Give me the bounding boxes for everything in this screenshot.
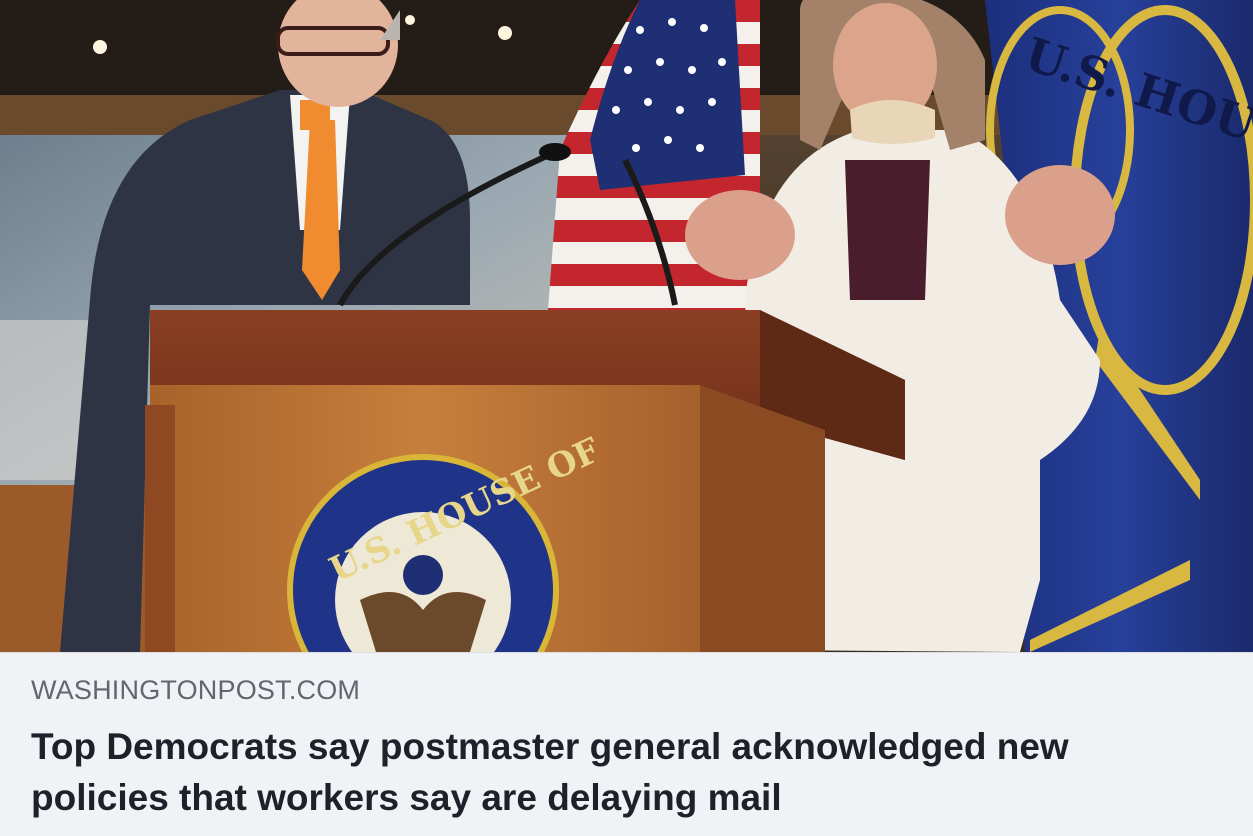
article-photo[interactable]: U.S. HOUSE OF REPRESENTATIVES (0, 0, 1253, 652)
link-caption[interactable]: WASHINGTONPOST.COM Top Democrats say pos… (0, 652, 1253, 836)
press-conference-image: U.S. HOUSE OF REPRESENTATIVES (0, 0, 1253, 652)
link-preview-card[interactable]: U.S. HOUSE OF REPRESENTATIVES (0, 0, 1253, 836)
source-domain: WASHINGTONPOST.COM (31, 675, 361, 705)
article-headline[interactable]: Top Democrats say postmaster general ack… (31, 721, 1211, 823)
